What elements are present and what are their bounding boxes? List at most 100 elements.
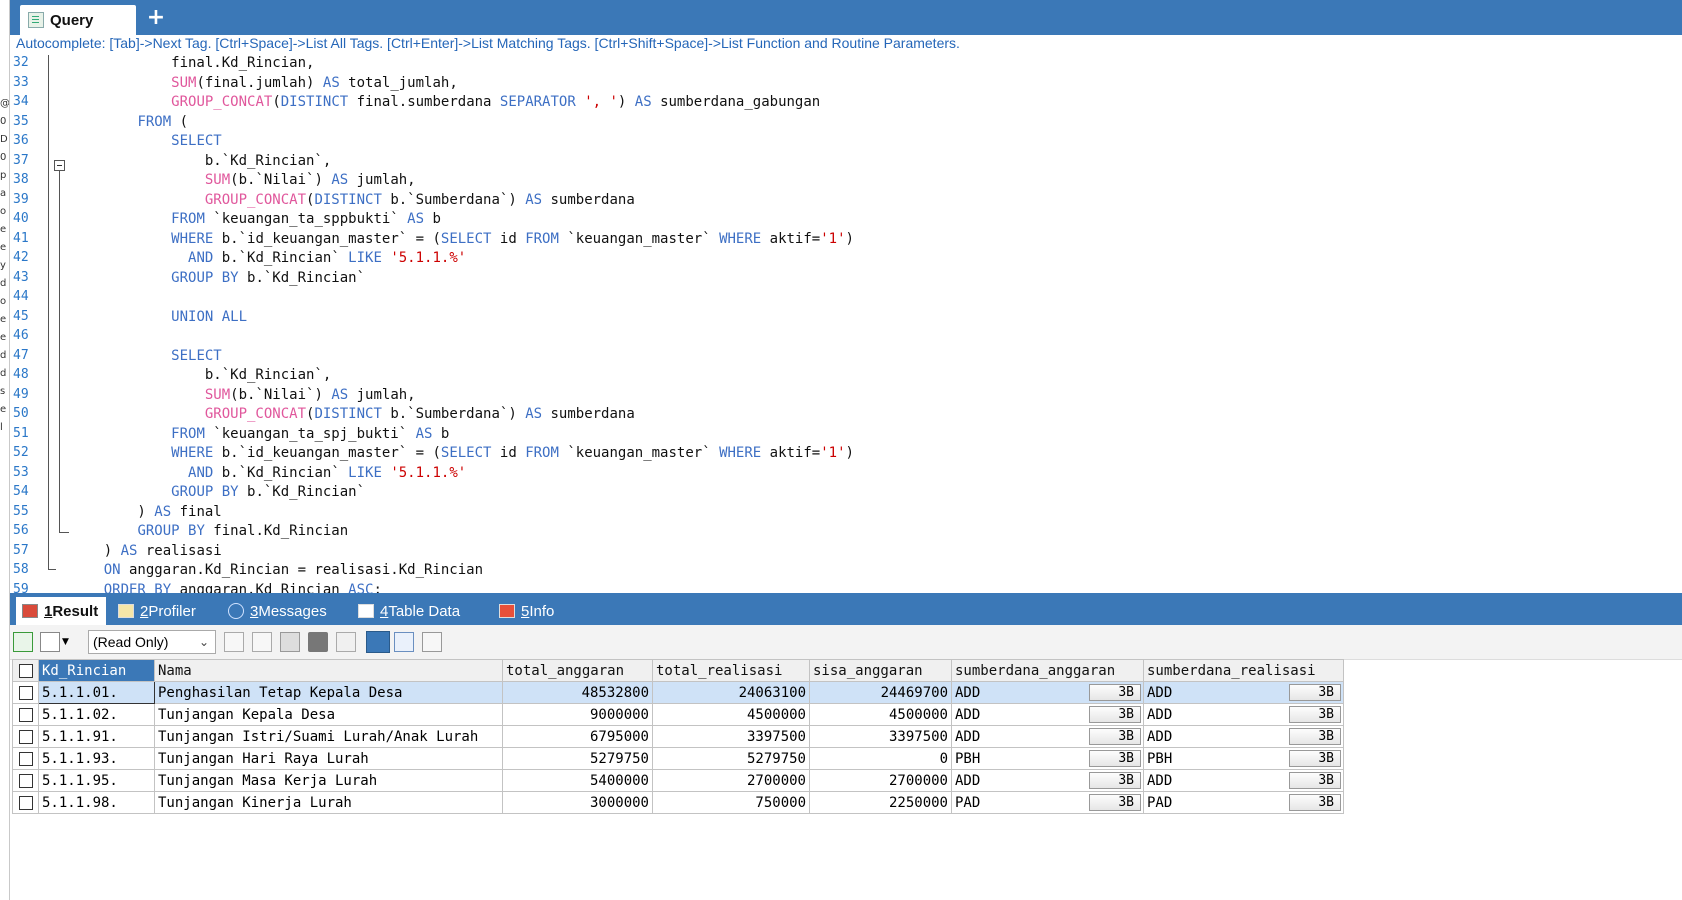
nama-cell[interactable]: Tunjangan Masa Kerja Lurah	[154, 769, 503, 792]
sisa-anggaran-cell[interactable]: 2250000	[809, 791, 952, 814]
tab-query[interactable]: Query	[20, 5, 136, 35]
code-line[interactable]: 40 FROM `keuangan_ta_sppbukti` AS b	[10, 211, 1682, 231]
code-line[interactable]: 37 b.`Kd_Rincian`,	[10, 153, 1682, 173]
blob-size-button[interactable]: 3B	[1289, 794, 1341, 811]
delete-icon[interactable]	[308, 632, 328, 652]
total-realisasi-cell[interactable]: 3397500	[652, 725, 810, 748]
sumberdana-anggaran-cell[interactable]: ADD 3B	[951, 725, 1144, 748]
code-line[interactable]: 41 WHERE b.`id_keuangan_master` = (SELEC…	[10, 231, 1682, 251]
code-line[interactable]: 39 GROUP_CONCAT(DISTINCT b.`Sumberdana`)…	[10, 192, 1682, 212]
nama-cell[interactable]: Penghasilan Tetap Kepala Desa	[154, 681, 503, 704]
blob-size-button[interactable]: 3B	[1089, 772, 1141, 789]
total-anggaran-cell[interactable]: 3000000	[502, 791, 653, 814]
column-header-sumberdana_anggaran[interactable]: sumberdana_anggaran	[951, 659, 1144, 682]
row-checkbox[interactable]	[12, 791, 39, 814]
sisa-anggaran-cell[interactable]: 2700000	[809, 769, 952, 792]
table-row[interactable]: 5.1.1.91. Tunjangan Istri/Suami Lurah/Ana…	[12, 725, 1344, 748]
sumberdana-anggaran-cell[interactable]: PBH 3B	[951, 747, 1144, 770]
result-tab-messages[interactable]: 3 Messages	[228, 597, 327, 625]
result-tab-result[interactable]: 1 Result	[16, 597, 107, 625]
blob-size-button[interactable]: 3B	[1289, 728, 1341, 745]
total-anggaran-cell[interactable]: 5279750	[502, 747, 653, 770]
code-line[interactable]: 33 SUM(final.jumlah) AS total_jumlah,	[10, 75, 1682, 95]
sumberdana-realisasi-cell[interactable]: ADD 3B	[1143, 769, 1344, 792]
blob-size-button[interactable]: 3B	[1089, 794, 1141, 811]
code-line[interactable]: 49 SUM(b.`Nilai`) AS jumlah,	[10, 387, 1682, 407]
column-header-sisa_anggaran[interactable]: sisa_anggaran	[809, 659, 952, 682]
blob-size-button[interactable]: 3B	[1289, 750, 1341, 767]
total-anggaran-cell[interactable]: 6795000	[502, 725, 653, 748]
blob-size-button[interactable]: 3B	[1089, 728, 1141, 745]
kd-rincian-cell[interactable]: 5.1.1.95.	[38, 769, 155, 792]
kd-rincian-cell[interactable]: 5.1.1.91.	[38, 725, 155, 748]
total-realisasi-cell[interactable]: 5279750	[652, 747, 810, 770]
sumberdana-realisasi-cell[interactable]: ADD 3B	[1143, 681, 1344, 704]
total-anggaran-cell[interactable]: 48532800	[502, 681, 653, 704]
result-tab-profiler[interactable]: 2 Profiler	[118, 597, 196, 625]
add-tab-button[interactable]: +	[143, 5, 169, 31]
total-realisasi-cell[interactable]: 24063100	[652, 681, 810, 704]
code-line[interactable]: 43 GROUP BY b.`Kd_Rincian`	[10, 270, 1682, 290]
column-header-total_anggaran[interactable]: total_anggaran	[502, 659, 653, 682]
total-anggaran-cell[interactable]: 9000000	[502, 703, 653, 726]
kd-rincian-cell[interactable]: 5.1.1.93.	[38, 747, 155, 770]
code-line[interactable]: 35 FROM (	[10, 114, 1682, 134]
code-line[interactable]: 45 UNION ALL	[10, 309, 1682, 329]
row-checkbox[interactable]	[12, 703, 39, 726]
sumberdana-anggaran-cell[interactable]: ADD 3B	[951, 681, 1144, 704]
code-line[interactable]: 34 GROUP_CONCAT(DISTINCT final.sumberdan…	[10, 94, 1682, 114]
total-realisasi-cell[interactable]: 2700000	[652, 769, 810, 792]
sumberdana-realisasi-cell[interactable]: PBH 3B	[1143, 747, 1344, 770]
sisa-anggaran-cell[interactable]: 4500000	[809, 703, 952, 726]
result-grid[interactable]: Kd_Rincian Nama total_anggaran total_realis…	[12, 659, 1344, 814]
kd-rincian-cell[interactable]: 5.1.1.01.	[38, 681, 155, 704]
row-checkbox[interactable]	[12, 769, 39, 792]
export-icon[interactable]	[40, 632, 60, 652]
sisa-anggaran-cell[interactable]: 24469700	[809, 681, 952, 704]
nama-cell[interactable]: Tunjangan Kepala Desa	[154, 703, 503, 726]
total-realisasi-cell[interactable]: 750000	[652, 791, 810, 814]
form-view-icon[interactable]	[394, 632, 414, 652]
blob-size-button[interactable]: 3B	[1089, 750, 1141, 767]
sumberdana-anggaran-cell[interactable]: ADD 3B	[951, 769, 1144, 792]
code-line[interactable]: 54 GROUP BY b.`Kd_Rincian`	[10, 484, 1682, 504]
blob-size-button[interactable]: 3B	[1089, 684, 1141, 701]
nama-cell[interactable]: Tunjangan Kinerja Lurah	[154, 791, 503, 814]
grid-view-icon[interactable]	[366, 631, 390, 653]
read-only-select[interactable]: (Read Only) ⌄	[88, 630, 216, 654]
kd-rincian-cell[interactable]: 5.1.1.98.	[38, 791, 155, 814]
select-all-checkbox[interactable]	[12, 659, 39, 682]
sumberdana-realisasi-cell[interactable]: ADD 3B	[1143, 703, 1344, 726]
code-line[interactable]: 32 final.Kd_Rincian,	[10, 55, 1682, 75]
copy-row-icon[interactable]	[224, 632, 244, 652]
table-row[interactable]: 5.1.1.98. Tunjangan Kinerja Lurah 3000000 7…	[12, 791, 1344, 814]
code-line[interactable]: 36 SELECT	[10, 133, 1682, 153]
blob-size-button[interactable]: 3B	[1289, 772, 1341, 789]
row-checkbox[interactable]	[12, 725, 39, 748]
text-view-icon[interactable]	[422, 632, 442, 652]
nama-cell[interactable]: Tunjangan Istri/Suami Lurah/Anak Lurah	[154, 725, 503, 748]
row-checkbox[interactable]	[12, 747, 39, 770]
code-line[interactable]: 50 GROUP_CONCAT(DISTINCT b.`Sumberdana`)…	[10, 406, 1682, 426]
table-row[interactable]: 5.1.1.93. Tunjangan Hari Raya Lurah 527975…	[12, 747, 1344, 770]
sumberdana-realisasi-cell[interactable]: PAD 3B	[1143, 791, 1344, 814]
table-row[interactable]: 5.1.1.02. Tunjangan Kepala Desa 9000000 450…	[12, 703, 1344, 726]
column-header-total_realisasi[interactable]: total_realisasi	[652, 659, 810, 682]
code-line[interactable]: 46	[10, 328, 1682, 348]
code-line[interactable]: 58 ON anggaran.Kd_Rincian = realisasi.Kd…	[10, 562, 1682, 582]
refresh-icon[interactable]	[336, 632, 356, 652]
blob-size-button[interactable]: 3B	[1289, 706, 1341, 723]
code-line[interactable]: 57 ) AS realisasi	[10, 543, 1682, 563]
sisa-anggaran-cell[interactable]: 0	[809, 747, 952, 770]
code-line[interactable]: 52 WHERE b.`id_keuangan_master` = (SELEC…	[10, 445, 1682, 465]
code-line[interactable]: 56 GROUP BY final.Kd_Rincian	[10, 523, 1682, 543]
sisa-anggaran-cell[interactable]: 3397500	[809, 725, 952, 748]
save-icon[interactable]	[280, 632, 300, 652]
table-row[interactable]: 5.1.1.95. Tunjangan Masa Kerja Lurah 54000…	[12, 769, 1344, 792]
nama-cell[interactable]: Tunjangan Hari Raya Lurah	[154, 747, 503, 770]
sumberdana-anggaran-cell[interactable]: ADD 3B	[951, 703, 1144, 726]
code-line[interactable]: 42 AND b.`Kd_Rincian` LIKE '5.1.1.%'	[10, 250, 1682, 270]
result-tab-info[interactable]: 5 Info	[499, 597, 554, 625]
code-line[interactable]: 44	[10, 289, 1682, 309]
code-line[interactable]: 53 AND b.`Kd_Rincian` LIKE '5.1.1.%'	[10, 465, 1682, 485]
